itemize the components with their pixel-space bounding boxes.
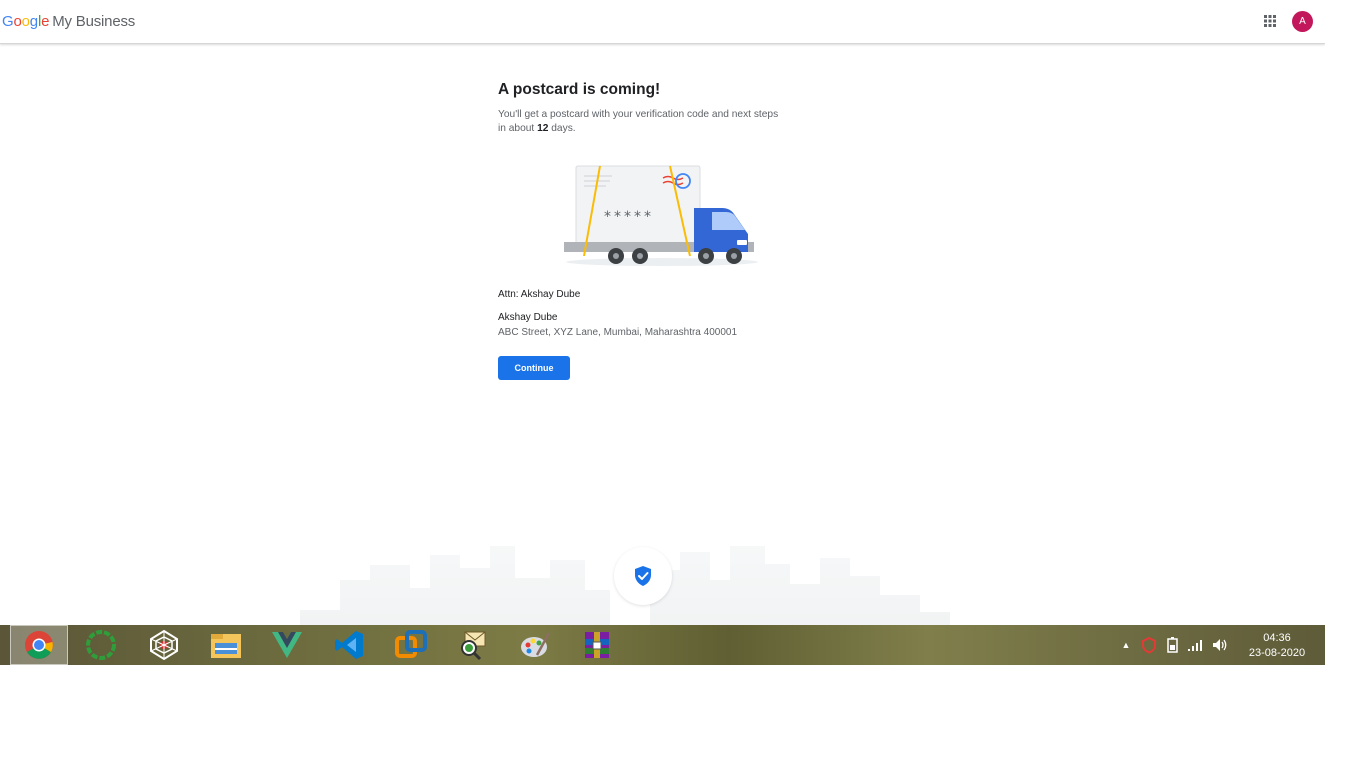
postcard-truck-illustration: ***** bbox=[564, 165, 758, 266]
product-name: My Business bbox=[52, 13, 136, 30]
taskbar-mail-search[interactable] bbox=[444, 625, 502, 665]
chrome-icon bbox=[25, 631, 53, 659]
antivirus-tray-icon[interactable] bbox=[1140, 636, 1158, 654]
clock-date: 23-08-2020 bbox=[1248, 647, 1306, 659]
app-window: Google My Business A A postcard is coming… bbox=[0, 0, 1325, 625]
subtitle-text-end: days. bbox=[548, 123, 576, 134]
account-avatar[interactable]: A bbox=[1292, 11, 1313, 32]
taskbar-spider-app[interactable] bbox=[135, 625, 193, 665]
page-subtitle: You'll get a postcard with your verifica… bbox=[498, 108, 788, 136]
file-explorer-icon bbox=[211, 634, 241, 658]
shield-check-icon bbox=[635, 566, 651, 586]
address-name: Akshay Dube bbox=[498, 312, 558, 323]
logo-letter: o bbox=[13, 13, 22, 30]
network-icon[interactable] bbox=[1187, 638, 1205, 652]
taskbar-paint[interactable] bbox=[506, 625, 564, 665]
apps-grid-icon[interactable] bbox=[1262, 13, 1278, 29]
logo-letter: o bbox=[21, 13, 30, 30]
taskbar-vue[interactable] bbox=[258, 625, 316, 665]
mail-search-icon bbox=[461, 631, 486, 661]
vscode-icon bbox=[335, 631, 363, 659]
continue-button[interactable]: Continue bbox=[498, 356, 570, 380]
attention-line: Attn: Akshay Dube bbox=[498, 289, 581, 300]
logo-letter: G bbox=[2, 13, 14, 30]
system-tray: ▲ bbox=[1119, 625, 1229, 665]
postcard-code: ***** bbox=[604, 209, 654, 225]
cycle-app-icon bbox=[86, 630, 116, 660]
address-line: ABC Street, XYZ Lane, Mumbai, Maharashtr… bbox=[498, 327, 738, 338]
vue-icon bbox=[272, 632, 302, 658]
vmware-icon bbox=[395, 630, 427, 658]
taskbar-chrome[interactable] bbox=[10, 625, 68, 665]
windows-taskbar: ▲ 04:36 23-08-2020 bbox=[0, 625, 1325, 665]
logo-letter: e bbox=[41, 13, 50, 30]
google-my-business-logo[interactable]: Google My Business bbox=[2, 13, 135, 30]
taskbar-file-explorer[interactable] bbox=[197, 625, 255, 665]
taskbar-vmware[interactable] bbox=[382, 625, 440, 665]
taskbar-clock[interactable]: 04:36 23-08-2020 bbox=[1240, 631, 1314, 661]
clock-time: 04:36 bbox=[1263, 632, 1291, 644]
page-title: A postcard is coming! bbox=[498, 81, 661, 98]
battery-icon[interactable] bbox=[1164, 636, 1180, 654]
taskbar-vscode[interactable] bbox=[320, 625, 378, 665]
logo-letter: g bbox=[29, 13, 38, 30]
days-count: 12 bbox=[537, 123, 549, 134]
verification-shield-badge bbox=[614, 547, 672, 605]
volume-icon[interactable] bbox=[1211, 637, 1229, 653]
winrar-icon bbox=[585, 632, 609, 658]
taskbar-winrar[interactable] bbox=[568, 625, 626, 665]
taskbar-cycle-app[interactable] bbox=[72, 625, 130, 665]
top-app-bar: Google My Business A bbox=[0, 0, 1325, 44]
spider-app-icon bbox=[150, 629, 178, 661]
paint-icon bbox=[521, 632, 551, 657]
tray-overflow-icon[interactable]: ▲ bbox=[1119, 640, 1133, 650]
